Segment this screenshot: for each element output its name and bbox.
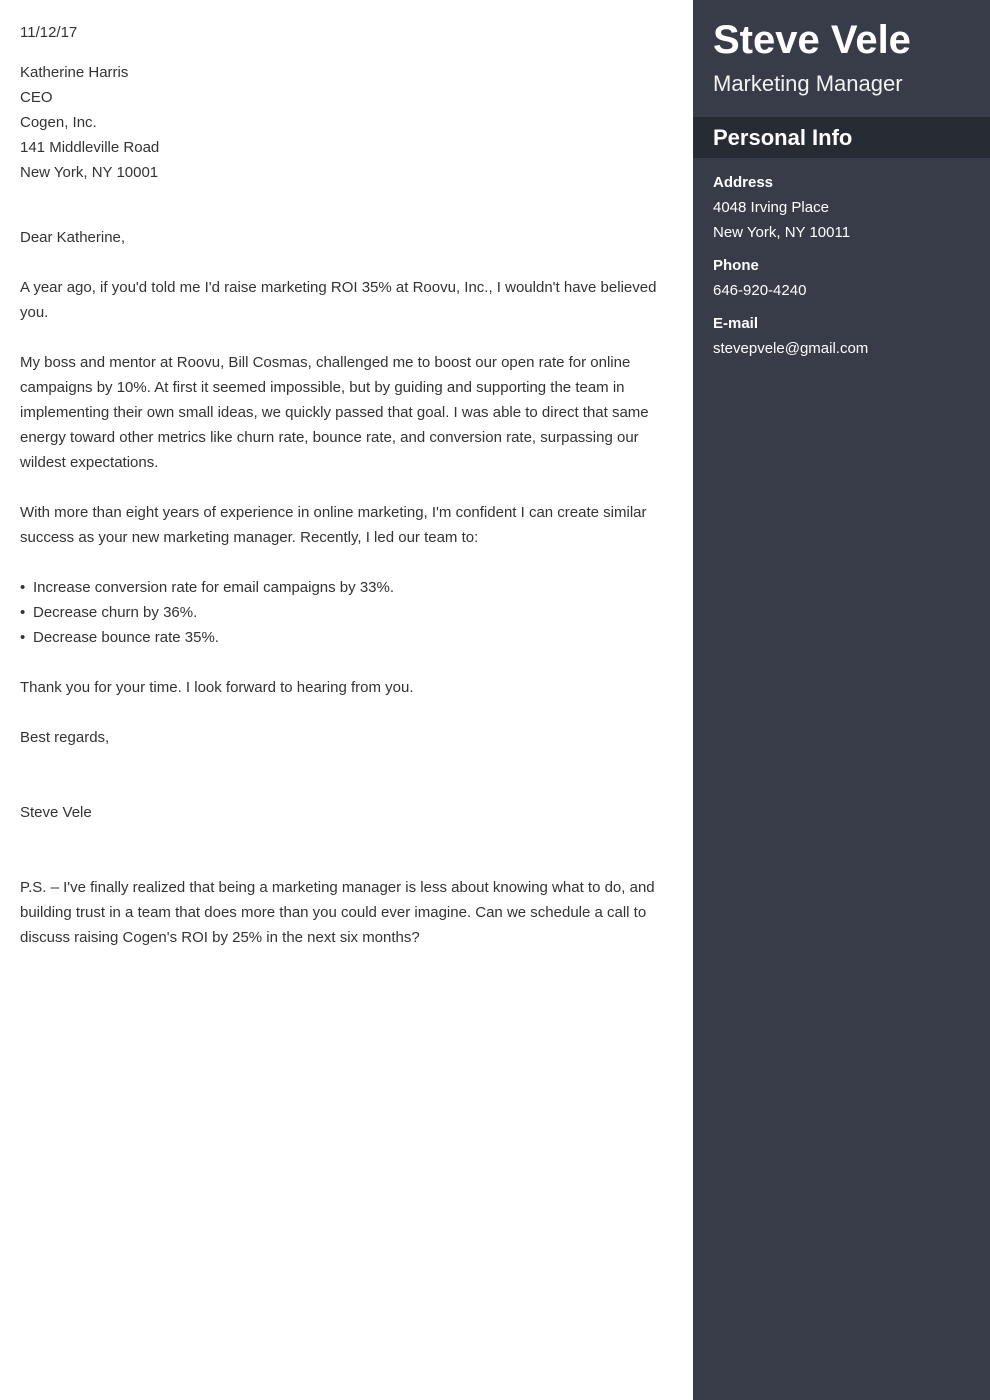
achievement-item: • Increase conversion rate for email cam… (20, 575, 673, 600)
cover-letter-body: 11/12/17 Katherine Harris CEO Cogen, Inc… (0, 0, 693, 1400)
email-value: stevepvele@gmail.com (713, 340, 869, 357)
achievement-text: Decrease bounce rate 35%. (33, 629, 219, 646)
paragraph-experience: With more than eight years of experience… (20, 504, 647, 546)
achievement-list: • Increase conversion rate for email cam… (20, 575, 673, 650)
postscript: P.S. – I've finally realized that being … (20, 879, 655, 946)
address-line-1: 4048 Irving Place (713, 199, 829, 216)
paragraph-story: My boss and mentor at Roovu, Bill Cosmas… (20, 354, 649, 471)
achievement-item: • Decrease churn by 36%. (20, 600, 673, 625)
bullet-icon: • (20, 579, 26, 596)
address-group: Address 4048 Irving Place New York, NY 1… (713, 170, 970, 245)
applicant-name: Steve Vele (713, 18, 911, 62)
recipient-title: CEO (20, 89, 53, 106)
signature: Steve Vele (20, 804, 92, 821)
achievement-item: • Decrease bounce rate 35%. (20, 625, 673, 650)
recipient-company: Cogen, Inc. (20, 114, 97, 131)
bullet-icon: • (20, 629, 26, 646)
section-header-personal-info: Personal Info (693, 117, 990, 158)
salutation: Dear Katherine, (20, 229, 126, 246)
letter-date: 11/12/17 (20, 24, 78, 41)
phone-value: 646-920-4240 (713, 282, 807, 299)
sidebar: Steve Vele Marketing Manager Personal In… (693, 0, 990, 1400)
email-label: E-mail (713, 315, 759, 332)
achievement-text: Decrease churn by 36%. (33, 604, 198, 621)
recipient-street: 141 Middleville Road (20, 139, 160, 156)
phone-label: Phone (713, 257, 759, 274)
recipient-block: Katherine Harris CEO Cogen, Inc. 141 Mid… (20, 60, 673, 185)
address-label: Address (713, 174, 774, 191)
applicant-job-title: Marketing Manager (713, 71, 903, 96)
achievement-text: Increase conversion rate for email campa… (33, 579, 395, 596)
recipient-name: Katherine Harris (20, 64, 129, 81)
bullet-icon: • (20, 604, 26, 621)
closing: Best regards, (20, 729, 110, 746)
email-group: E-mail stevepvele@gmail.com (713, 311, 970, 361)
recipient-city: New York, NY 10001 (20, 164, 159, 181)
paragraph-thanks: Thank you for your time. I look forward … (20, 679, 414, 696)
address-line-2: New York, NY 10011 (713, 224, 851, 241)
paragraph-intro: A year ago, if you'd told me I'd raise m… (20, 279, 657, 321)
personal-info: Address 4048 Irving Place New York, NY 1… (693, 158, 990, 361)
phone-group: Phone 646-920-4240 (713, 253, 970, 303)
